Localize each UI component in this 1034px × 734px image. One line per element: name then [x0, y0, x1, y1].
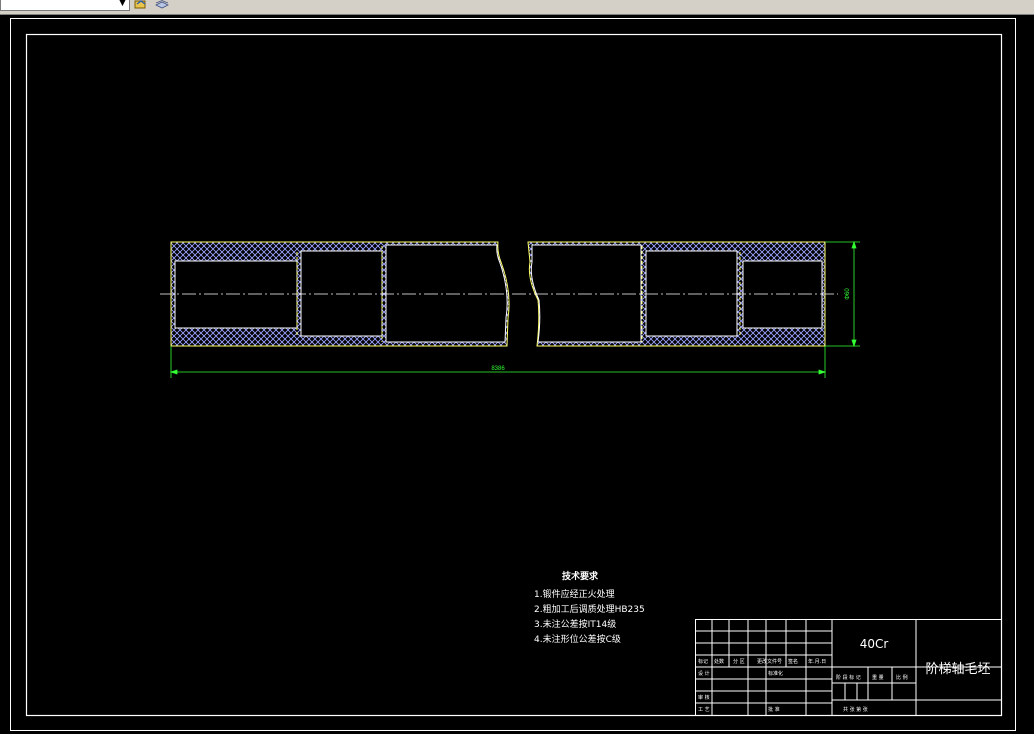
layer-tool-icon[interactable]: [134, 0, 148, 9]
bore-step-4: [530, 244, 642, 343]
tb-label-stage-mark: 阶 段 标 记: [836, 674, 861, 681]
bore-step-1: [174, 260, 298, 329]
bore-step-2: [300, 250, 383, 337]
tb-label-review: 审 核: [698, 694, 710, 701]
title-block: 40Cr 阶梯轴毛坯 标记 处数 分 区 更改文件号 签名 年.月.日 设 计 …: [695, 619, 1002, 716]
dimension-diameter: Φ60: [845, 288, 851, 300]
bore-step-3: [385, 244, 508, 343]
tb-label-design: 设 计: [698, 670, 710, 677]
tb-label-weight: 重 量: [872, 674, 884, 681]
layer-stack-icon[interactable]: [154, 0, 170, 9]
cad-toolbar: ▼: [0, 0, 1034, 15]
tb-label-zone: 分 区: [733, 658, 745, 665]
tech-requirements-title: 技术要求: [562, 570, 599, 582]
tech-requirement-item-4: 4.未注形位公差按C级: [534, 633, 621, 645]
outer-border: [10, 18, 1016, 731]
tech-requirement-item-3: 3.未注公差按IT14级: [534, 618, 616, 630]
title-block-part-name: 阶梯轴毛坯: [925, 662, 990, 677]
tb-label-change-doc: 更改文件号: [757, 658, 782, 665]
tech-requirements: 技术要求 1.锻件应经正火处理 2.粗加工后调质处理HB235 3.未注公差按I…: [534, 570, 645, 645]
title-block-material: 40Cr: [860, 637, 889, 651]
tb-label-count: 处数: [714, 658, 724, 665]
bore-step-5: [645, 250, 738, 337]
inner-border: [25, 33, 1003, 717]
drawing-canvas[interactable]: 8386 Φ60 技术要求 1.锻件应经正火处理 2.粗加工后调质处理HB235…: [0, 14, 1034, 734]
tb-label-date: 年.月.日: [808, 658, 826, 665]
tb-label-signature: 签名: [788, 658, 798, 665]
tb-label-sheets: 共 张 第 张: [843, 706, 868, 713]
tech-requirement-item-1: 1.锻件应经正火处理: [534, 588, 615, 600]
dimension-overall-length: 8386: [491, 366, 505, 372]
tech-requirement-item-2: 2.粗加工后调质处理HB235: [534, 603, 645, 615]
tb-label-scale: 比 例: [896, 674, 908, 681]
tb-label-approve: 批 准: [768, 706, 780, 713]
bore-step-6: [742, 260, 823, 329]
layer-dropdown[interactable]: ▼: [0, 0, 130, 11]
shaft-blank-drawing: [160, 241, 838, 347]
tb-label-standardize: 标准化: [768, 670, 783, 677]
tb-label-mark: 标记: [698, 658, 708, 665]
tb-label-process: 工 艺: [698, 707, 710, 713]
chevron-down-icon[interactable]: ▼: [119, 0, 126, 8]
